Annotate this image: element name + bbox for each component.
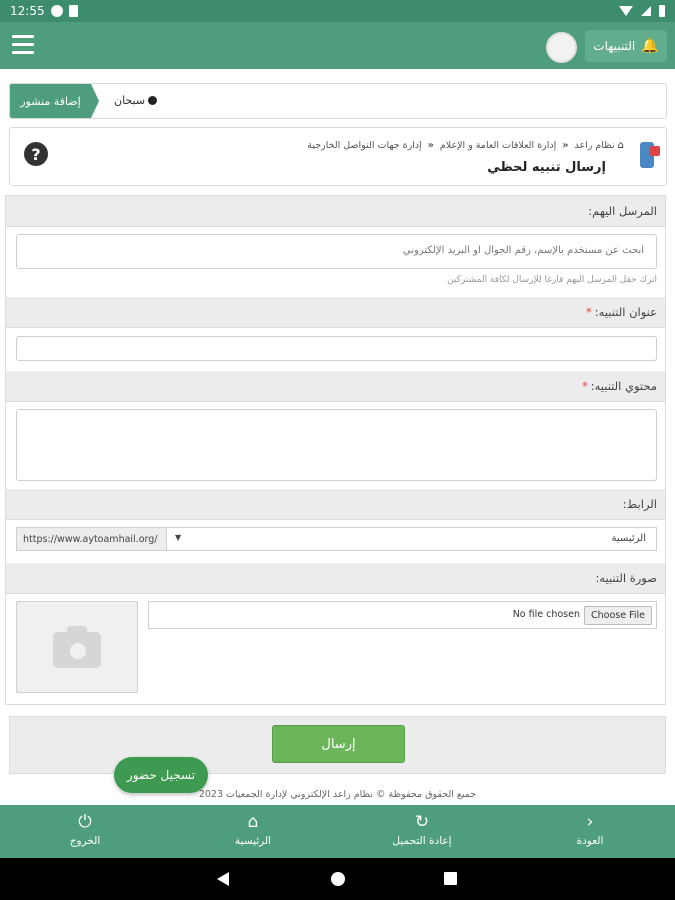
image-header: صورة التنبيه: xyxy=(6,563,665,594)
content-textarea[interactable] xyxy=(16,409,657,481)
breadcrumb-separator: « xyxy=(427,140,434,151)
image-preview xyxy=(16,601,138,693)
nav-reload[interactable]: ↻ إعادة التحميل xyxy=(357,805,487,858)
link-header: الرابط: xyxy=(6,489,665,520)
breadcrumb-separator: « xyxy=(562,140,569,151)
link-selected-value: الرئيسية xyxy=(611,533,646,544)
camera-icon xyxy=(53,626,101,668)
content-header: محتوي التنبيه:* xyxy=(6,371,665,402)
sd-card-icon xyxy=(68,5,78,17)
status-bar: 12:55 xyxy=(0,0,675,22)
notification-form: المرسل اليهم: ابحث عن مستخدم بالإسم، رقم… xyxy=(5,195,666,705)
title-input[interactable] xyxy=(16,336,657,361)
notifications-label: التنبيهات xyxy=(593,39,636,53)
bottom-nav: ⏻ الخروج ⌂ الرئيسية ↻ إعادة التحميل › ال… xyxy=(0,805,675,858)
attendance-button[interactable]: تسجيل حضور xyxy=(114,757,208,793)
required-mark: * xyxy=(586,305,592,319)
add-post-label: إضافة منشور xyxy=(20,94,81,108)
reload-icon: ↻ xyxy=(414,812,430,832)
system-recents-icon[interactable] xyxy=(444,872,457,885)
image-label: صورة التنبيه: xyxy=(595,571,657,585)
power-icon: ⏻ xyxy=(78,812,92,832)
wifi-icon xyxy=(619,6,633,16)
ticker-text: سبحان xyxy=(114,94,146,107)
status-right xyxy=(619,5,665,17)
avatar[interactable] xyxy=(546,32,577,63)
status-time: 12:55 xyxy=(10,4,45,18)
ticker-bullet-icon xyxy=(148,96,158,105)
recipients-header: المرسل اليهم: xyxy=(6,196,665,227)
signal-icon xyxy=(641,6,651,16)
battery-icon xyxy=(659,5,665,17)
notifications-button[interactable]: التنبيهات 🔔 xyxy=(585,30,667,62)
ticker-item[interactable]: سبحان xyxy=(114,94,158,107)
bell-icon: 🔔 xyxy=(641,38,659,54)
system-back-icon[interactable] xyxy=(217,872,229,886)
breadcrumb: ⌂ نظام راعد « إدارة العلاقات العامة و ال… xyxy=(307,140,624,151)
choose-file-button[interactable]: Choose File xyxy=(584,606,652,625)
breadcrumb-item[interactable]: إدارة العلاقات العامة و الإعلام xyxy=(440,140,556,151)
menu-icon[interactable] xyxy=(12,35,34,55)
breadcrumb-item[interactable]: نظام راعد xyxy=(574,140,614,151)
app-notification-icon xyxy=(50,5,63,17)
nav-back[interactable]: › العودة xyxy=(525,805,655,858)
recipients-hint: اترك حقل المرسل اليهم فارغا للإرسال لكاف… xyxy=(447,275,657,285)
status-left: 12:55 xyxy=(10,4,78,18)
nav-label: إعادة التحميل xyxy=(392,835,452,847)
caret-down-icon: ▼ xyxy=(175,533,182,542)
link-prefix: https://www.aytoamhail.org/ xyxy=(17,528,167,550)
content-label: محتوي التنبيه: xyxy=(590,379,657,393)
required-mark: * xyxy=(581,379,588,393)
breadcrumb-item[interactable]: إدارة جهات التواصل الخارجية xyxy=(307,140,421,151)
page-title: إرسال تنبيه لحظي xyxy=(487,160,606,175)
recipients-search-input[interactable]: ابحث عن مستخدم بالإسم، رقم الجوال او الب… xyxy=(16,234,657,269)
chevron-right-icon: › xyxy=(586,812,594,832)
home-icon[interactable]: ⌂ xyxy=(618,140,624,151)
nav-label: الرئيسية xyxy=(234,835,272,847)
add-post-button[interactable]: إضافة منشور xyxy=(10,84,99,118)
mobile-notification-icon xyxy=(640,142,660,168)
home-icon: ⌂ xyxy=(247,812,259,832)
help-icon[interactable]: ? xyxy=(24,142,48,166)
submit-area: إرسال xyxy=(9,716,666,774)
send-button[interactable]: إرسال xyxy=(272,725,405,763)
copyright-text: جميع الحقوق محفوظة © نظام راعد الإلكترون… xyxy=(198,789,477,800)
link-select[interactable]: https://www.aytoamhail.org/ ▼ الرئيسية xyxy=(16,527,657,551)
file-input[interactable]: No file chosen Choose File xyxy=(148,601,657,629)
system-nav-bar xyxy=(0,858,675,900)
nav-label: العودة xyxy=(576,835,604,847)
link-label: الرابط: xyxy=(622,497,657,511)
app-bar: التنبيهات 🔔 xyxy=(0,22,675,69)
nav-home[interactable]: ⌂ الرئيسية xyxy=(188,805,318,858)
news-ticker: إضافة منشور سبحان xyxy=(9,83,667,119)
nav-label: الخروج xyxy=(69,835,101,847)
nav-logout[interactable]: ⏻ الخروج xyxy=(20,805,150,858)
no-file-text: No file chosen xyxy=(512,609,580,620)
title-header: عنوان التنبيه:* xyxy=(6,297,665,328)
recipients-placeholder: ابحث عن مستخدم بالإسم، رقم الجوال او الب… xyxy=(402,245,644,256)
breadcrumb-card: ? ⌂ نظام راعد « إدارة العلاقات العامة و … xyxy=(9,127,667,186)
title-label: عنوان التنبيه: xyxy=(594,305,657,319)
system-home-icon[interactable] xyxy=(331,872,345,886)
recipients-label: المرسل اليهم: xyxy=(588,204,657,218)
